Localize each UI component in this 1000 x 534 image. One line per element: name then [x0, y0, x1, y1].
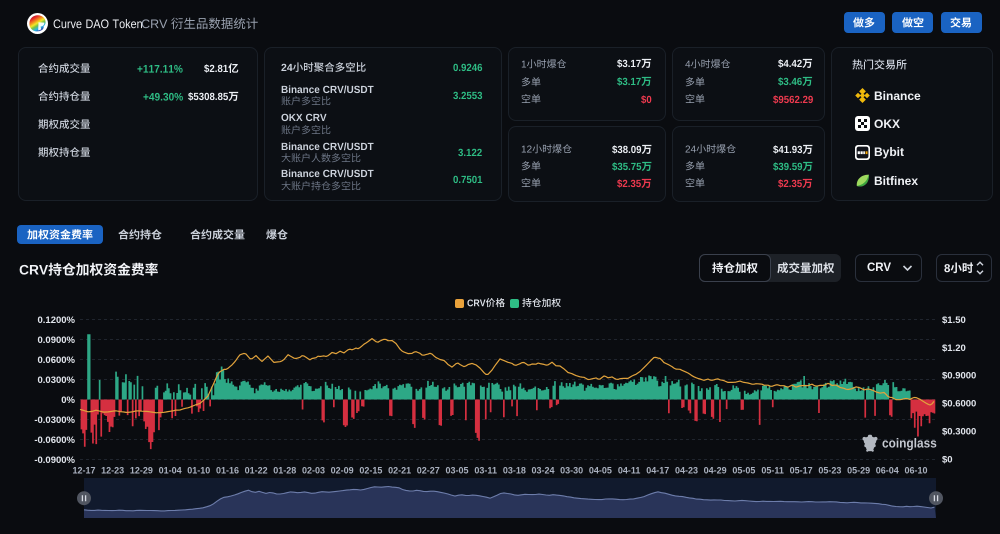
svg-text:0.0900%: 0.0900% — [37, 335, 75, 346]
svg-text:01-22: 01-22 — [245, 466, 268, 476]
svg-text:06-04: 06-04 — [876, 466, 899, 476]
svg-text:$1.20: $1.20 — [942, 343, 966, 354]
svg-text:06-10: 06-10 — [904, 466, 927, 476]
svg-text:-0.0600%: -0.0600% — [34, 435, 75, 446]
svg-text:02-27: 02-27 — [417, 466, 440, 476]
svg-text:05-05: 05-05 — [732, 466, 755, 476]
svg-text:$0.3000: $0.3000 — [942, 427, 976, 438]
svg-text:03-05: 03-05 — [445, 466, 468, 476]
svg-text:04-05: 04-05 — [589, 466, 612, 476]
svg-text:01-10: 01-10 — [187, 466, 210, 476]
svg-text:02-03: 02-03 — [302, 466, 325, 476]
svg-text:04-29: 04-29 — [704, 466, 727, 476]
svg-text:$0: $0 — [942, 454, 953, 465]
svg-text:0.0300%: 0.0300% — [37, 375, 75, 386]
svg-text:12-29: 12-29 — [130, 466, 153, 476]
svg-text:03-18: 03-18 — [503, 466, 526, 476]
svg-text:04-17: 04-17 — [646, 466, 669, 476]
svg-text:0.1200%: 0.1200% — [37, 315, 75, 326]
svg-text:05-23: 05-23 — [818, 466, 841, 476]
svg-text:12-23: 12-23 — [101, 466, 124, 476]
svg-text:$0.6000: $0.6000 — [942, 399, 976, 410]
svg-text:03-30: 03-30 — [560, 466, 583, 476]
svg-text:04-11: 04-11 — [618, 466, 641, 476]
svg-text:02-21: 02-21 — [388, 466, 411, 476]
svg-text:05-17: 05-17 — [790, 466, 813, 476]
svg-text:03-24: 03-24 — [531, 466, 554, 476]
svg-text:$0.9000: $0.9000 — [942, 371, 976, 382]
svg-text:01-28: 01-28 — [273, 466, 296, 476]
svg-text:01-16: 01-16 — [216, 466, 239, 476]
svg-text:01-04: 01-04 — [159, 466, 182, 476]
svg-text:0%: 0% — [61, 395, 75, 406]
svg-text:0.0600%: 0.0600% — [37, 355, 75, 366]
svg-text:03-11: 03-11 — [474, 466, 497, 476]
svg-text:-0.0900%: -0.0900% — [34, 455, 75, 466]
svg-text:02-09: 02-09 — [331, 466, 354, 476]
svg-text:02-15: 02-15 — [359, 466, 382, 476]
svg-text:05-11: 05-11 — [761, 466, 784, 476]
svg-text:12-17: 12-17 — [72, 466, 95, 476]
svg-text:-0.0300%: -0.0300% — [34, 415, 75, 426]
svg-text:04-23: 04-23 — [675, 466, 698, 476]
svg-text:05-29: 05-29 — [847, 466, 870, 476]
svg-text:$1.50: $1.50 — [942, 315, 966, 326]
